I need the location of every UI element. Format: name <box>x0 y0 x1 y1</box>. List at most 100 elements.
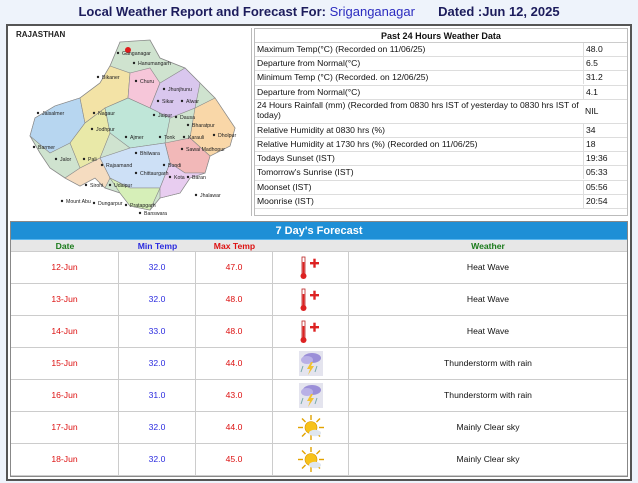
map-city-dot <box>162 163 166 167</box>
map-city-dot <box>194 193 198 197</box>
stats-row: Relative Humidity at 0830 hrs (%) 34 <box>255 123 627 138</box>
map-graphic: Ganganagar Hanumangarh Bikaner Churu Jhunjhu… <box>29 39 236 216</box>
forecast-icon-cell <box>273 316 349 347</box>
stats-label: Minimum Temp (°C) (Recorded. on 12/06/25… <box>257 72 429 83</box>
stats-row: Moonrise (IST) 20:54 <box>255 194 627 209</box>
map-city-label: Rajsamand <box>106 163 132 169</box>
forecast-min-temp: 32.0 <box>119 348 196 379</box>
forecast-max-temp: 45.0 <box>196 444 273 475</box>
forecast-weather: Mainly Clear sky <box>456 422 520 432</box>
map-city-dot <box>180 99 184 103</box>
forecast-max-temp: 44.0 <box>196 348 273 379</box>
stats-value: 31.2 <box>583 71 627 85</box>
map-city-dot <box>32 145 36 149</box>
map-city-label: Sawai Madhopur <box>186 147 225 153</box>
map-city-dot <box>116 51 120 55</box>
map-city-label: Ajmer <box>130 135 144 141</box>
forecast-icon-cell <box>273 284 349 315</box>
stats-label: Departure from Normal(°C) <box>257 86 361 97</box>
forecast-weather: Thunderstorm with rain <box>444 358 532 368</box>
stats-value: 48.0 <box>583 43 627 56</box>
forecast-max-temp: 48.0 <box>196 316 273 347</box>
forecast-min-temp: 32.0 <box>119 284 196 315</box>
map-city-label: Mount Abu <box>66 199 91 205</box>
map-city-label: Jaipur <box>158 113 172 119</box>
map-city-label: Kota <box>174 175 185 181</box>
map-city-label: Dausa <box>180 115 195 121</box>
stats-label: Moonset (IST) <box>257 181 312 192</box>
city-name: Sriganganagar <box>329 4 415 19</box>
stats-row: 24 Hours Rainfall (mm) (Recorded from 08… <box>255 100 627 124</box>
forecast-min-temp: 32.0 <box>119 412 196 443</box>
stats-value: 34 <box>583 123 627 137</box>
map-city-label: Bikaner <box>102 75 120 81</box>
stats-value: 05:33 <box>583 166 627 180</box>
map-city-dot <box>158 135 162 139</box>
map-city-dot <box>134 171 138 175</box>
report-panel: Ganganagar Hanumangarh Bikaner Churu Jhunjhu… <box>6 24 632 481</box>
stats-label: Relative Humidity at 1730 hrs (%) (Recor… <box>257 138 478 149</box>
forecast-max-temp: 43.0 <box>196 380 273 411</box>
stats-label: Relative Humidity at 0830 hrs (%) <box>257 124 385 135</box>
col-min-temp: Min Temp <box>137 241 178 251</box>
stats-label: Maximum Temp(°C) (Recorded on 11/06/25) <box>257 44 426 54</box>
map-city-dot <box>186 175 190 179</box>
forecast-weather: Thunderstorm with rain <box>444 390 532 400</box>
map-city-dot <box>138 211 142 215</box>
forecast-row: 16-Jun 31.0 43.0 Thunderstorm with rain <box>11 380 627 412</box>
clear-sky-icon <box>298 415 324 440</box>
map-city-label: Chittaurgarh <box>140 171 169 177</box>
stats-label: Tomorrow's Sunrise (IST) <box>257 167 354 178</box>
forecast-date: 18-Jun <box>11 444 119 475</box>
map-city-label: Dungarpur <box>98 201 123 207</box>
stats-label: Moonrise (IST) <box>257 195 314 206</box>
forecast-min-temp: 32.0 <box>119 252 196 283</box>
forecast-weather: Heat Wave <box>466 326 510 336</box>
forecast-column-headers: Date Min Temp Max Temp Weather <box>11 240 627 252</box>
stats-row: Tomorrow's Sunrise (IST) 05:33 <box>255 166 627 181</box>
stats-row: Departure from Normal(°C) 6.5 <box>255 57 627 72</box>
stats-value: 4.1 <box>583 85 627 99</box>
forecast-max-temp: 47.0 <box>196 252 273 283</box>
map-city-label: Pratapgarh <box>130 203 156 209</box>
forecast-icon-cell <box>273 380 349 411</box>
stats-label: 24 Hours Rainfall (mm) (Recorded from 08… <box>257 99 579 120</box>
top-section: Ganganagar Hanumangarh Bikaner Churu Jhunjhu… <box>8 26 630 218</box>
map-city-dot <box>124 135 128 139</box>
stats-label: Todays Sunset (IST) <box>257 153 335 164</box>
thunderstorm-icon <box>299 383 323 408</box>
forecast-max-temp: 48.0 <box>196 284 273 315</box>
map-city-dot <box>96 75 100 79</box>
past-24h-panel: Past 24 Hours Weather Data Maximum Temp(… <box>254 28 628 216</box>
map-city-dot <box>108 183 112 187</box>
forecast-date: 16-Jun <box>11 380 119 411</box>
map-city-label: Dholpur <box>218 133 236 139</box>
map-city-dot <box>134 79 138 83</box>
map-city-label: Bhilwara <box>140 151 160 157</box>
map-state-label: RAJASTHAN <box>16 30 66 39</box>
map-city-label: Jaisalmer <box>42 111 64 117</box>
map-city-dot <box>84 183 88 187</box>
map-city-label: Udaipur <box>114 183 132 189</box>
map-city-label: Bundi <box>168 163 181 169</box>
forecast-min-temp: 31.0 <box>119 380 196 411</box>
map-city-label: Ganganagar <box>122 51 151 57</box>
map-city-label: Churu <box>140 79 154 85</box>
stats-value: 6.5 <box>583 57 627 71</box>
map-city-label: Jhalawar <box>200 193 221 199</box>
forecast-row: 15-Jun 32.0 44.0 Thunderstorm with rain <box>11 348 627 380</box>
forecast-row: 13-Jun 32.0 48.0 Heat Wave <box>11 284 627 316</box>
forecast-row: 17-Jun 32.0 44.0 Mainly Clear sky <box>11 412 627 444</box>
forecast-icon-cell <box>273 412 349 443</box>
col-date: Date <box>55 241 75 251</box>
forecast-min-temp: 33.0 <box>119 316 196 347</box>
map-city-dot <box>212 133 216 137</box>
map-city-dot <box>134 151 138 155</box>
map-city-dot <box>162 87 166 91</box>
map-city-dot <box>152 113 156 117</box>
map-city-dot <box>54 157 58 161</box>
stats-value: 18 <box>583 137 627 151</box>
map-city-dot <box>132 61 136 65</box>
forecast-date: 14-Jun <box>11 316 119 347</box>
forecast-icon-cell <box>273 252 349 283</box>
